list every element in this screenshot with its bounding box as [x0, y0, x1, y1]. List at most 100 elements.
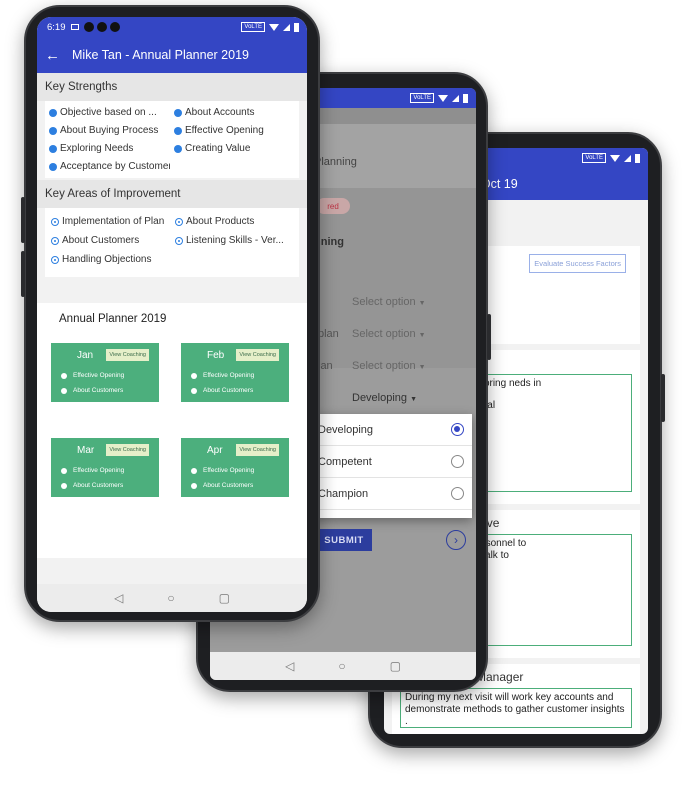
phone-side-button — [21, 251, 25, 297]
signal-icon — [283, 23, 290, 31]
month-name: Feb — [207, 350, 225, 361]
evaluate-success-factors-button[interactable]: Evaluate Success Factors — [529, 254, 626, 273]
camera-dots-icon — [83, 22, 120, 32]
strength-chip[interactable]: Objective based on ... — [49, 107, 170, 118]
phone-annual-planner: 6:19 VoLTE ← Mike Tan - Annual Planner 2… — [21, 5, 320, 622]
chip-label: About Buying Process — [60, 125, 159, 136]
option-label: Developing — [318, 423, 374, 436]
caret-down-icon: ▼ — [410, 396, 418, 403]
bullet-icon — [51, 217, 59, 226]
strength-chip[interactable]: Creating Value — [174, 143, 295, 154]
page-title: Mike Tan - Annual Planner 2019 — [72, 48, 249, 62]
bullet-icon — [51, 236, 59, 245]
bullet-icon — [191, 387, 197, 394]
option-competent[interactable]: Competent — [306, 446, 472, 478]
view-coaching-button[interactable]: View Coaching — [106, 349, 149, 361]
status-left: 6:19 — [45, 22, 120, 33]
nav-home-icon[interactable]: ○ — [167, 591, 174, 605]
month-item-label: Effective Opening — [73, 467, 125, 474]
month-item: Effective Opening — [61, 372, 124, 379]
month-card-apr[interactable]: Apr View Coaching Effective Opening Abou… — [181, 438, 289, 497]
bullet-icon — [191, 372, 197, 379]
strength-chip[interactable]: Effective Opening — [174, 125, 295, 136]
status-tag: red — [316, 198, 350, 214]
strength-chip[interactable]: Exploring Needs — [49, 143, 170, 154]
chip-label: Handling Objections — [62, 254, 152, 265]
view-coaching-button[interactable]: View Coaching — [236, 444, 279, 456]
improvement-chip[interactable]: About Customers — [51, 235, 171, 246]
bullet-icon — [174, 108, 182, 117]
select-value: Select option — [352, 296, 416, 308]
radio-icon[interactable] — [451, 455, 464, 468]
battery-icon — [463, 93, 468, 103]
bullet-icon — [61, 467, 67, 474]
bullet-icon — [49, 108, 57, 117]
select-value: Select option — [352, 328, 416, 340]
month-item: About Customers — [61, 387, 123, 394]
improvement-chip[interactable]: Implementation of Plan — [51, 216, 171, 227]
battery-icon — [635, 153, 640, 163]
option-developing[interactable]: Developing — [306, 414, 472, 446]
select-field-1[interactable]: Select option ▼ — [352, 296, 426, 308]
nav-bar: ◁ ○ ▢ — [210, 652, 476, 680]
next-arrow-icon[interactable]: › — [446, 530, 466, 550]
submit-button[interactable]: SUBMIT — [316, 529, 372, 551]
strength-chip[interactable]: About Buying Process — [49, 125, 170, 136]
month-item-label: About Customers — [203, 482, 254, 489]
improvement-chip[interactable]: Handling Objections — [51, 254, 171, 265]
strength-chip[interactable]: About Accounts — [174, 107, 295, 118]
select-field-current[interactable]: Developing ▼ — [352, 392, 417, 404]
volte-icon: VoLTE — [410, 93, 434, 103]
month-item: Effective Opening — [191, 467, 254, 474]
bullet-icon — [61, 387, 67, 394]
chip-label: Exploring Needs — [60, 143, 134, 154]
nav-back-icon[interactable]: ◁ — [114, 591, 123, 605]
battery-icon — [294, 22, 299, 32]
month-item: Effective Opening — [191, 372, 254, 379]
improvement-chip[interactable]: About Products — [175, 216, 295, 227]
caret-down-icon: ▼ — [418, 332, 426, 339]
improvement-chip[interactable]: Listening Skills - Ver... — [175, 235, 295, 246]
month-card-jan[interactable]: Jan View Coaching Effective Opening Abou… — [51, 343, 159, 402]
wifi-icon — [269, 23, 279, 31]
chip-label: Objective based on ... — [60, 107, 157, 118]
view-coaching-button[interactable]: View Coaching — [236, 349, 279, 361]
nav-recent-icon[interactable]: ▢ — [390, 659, 401, 673]
improvement-list: Implementation of Plan About Products Ab… — [45, 208, 299, 277]
status-time: 6:19 — [47, 21, 66, 33]
back-arrow-icon[interactable]: ← — [45, 47, 60, 64]
view-coaching-button[interactable]: View Coaching — [106, 444, 149, 456]
nav-bar: ◁ ○ ▢ — [37, 584, 307, 612]
planner-title: Annual Planner 2019 — [59, 313, 167, 325]
select-value: Developing — [352, 392, 408, 404]
radio-selected-icon[interactable] — [451, 423, 464, 436]
bullet-icon — [49, 162, 57, 171]
strength-chip[interactable]: Acceptance by Customers — [49, 161, 170, 172]
bullet-icon — [49, 126, 57, 135]
row-label: plan — [318, 328, 339, 340]
bullet-icon — [51, 255, 59, 264]
month-item: Effective Opening — [61, 467, 124, 474]
radio-icon[interactable] — [451, 487, 464, 500]
select-field-2[interactable]: Select option ▼ — [352, 328, 426, 340]
signal-icon — [452, 94, 459, 102]
bullet-icon — [174, 126, 182, 135]
annual-planner-panel: Annual Planner 2019 Jan View Coaching Ef… — [37, 303, 307, 558]
app-bar: ← Mike Tan - Annual Planner 2019 — [37, 37, 307, 73]
select-field-3[interactable]: Select option ▼ — [352, 360, 426, 372]
chip-label: Creating Value — [185, 143, 251, 154]
signal-icon — [624, 154, 631, 162]
caret-down-icon: ▼ — [418, 364, 426, 371]
key-strengths-heading: Key Strengths — [37, 73, 307, 101]
option-champion[interactable]: Champion — [306, 478, 472, 510]
nav-back-icon[interactable]: ◁ — [285, 659, 294, 673]
month-card-feb[interactable]: Feb View Coaching Effective Opening Abou… — [181, 343, 289, 402]
chip-label: Effective Opening — [185, 125, 264, 136]
month-item-label: About Customers — [73, 387, 124, 394]
manager-textarea[interactable]: During my next visit will work key accou… — [400, 688, 632, 728]
month-item: About Customers — [191, 482, 253, 489]
month-card-mar[interactable]: Mar View Coaching Effective Opening Abou… — [51, 438, 159, 497]
option-label: Champion — [318, 487, 369, 500]
nav-recent-icon[interactable]: ▢ — [219, 591, 230, 605]
nav-home-icon[interactable]: ○ — [338, 659, 345, 673]
